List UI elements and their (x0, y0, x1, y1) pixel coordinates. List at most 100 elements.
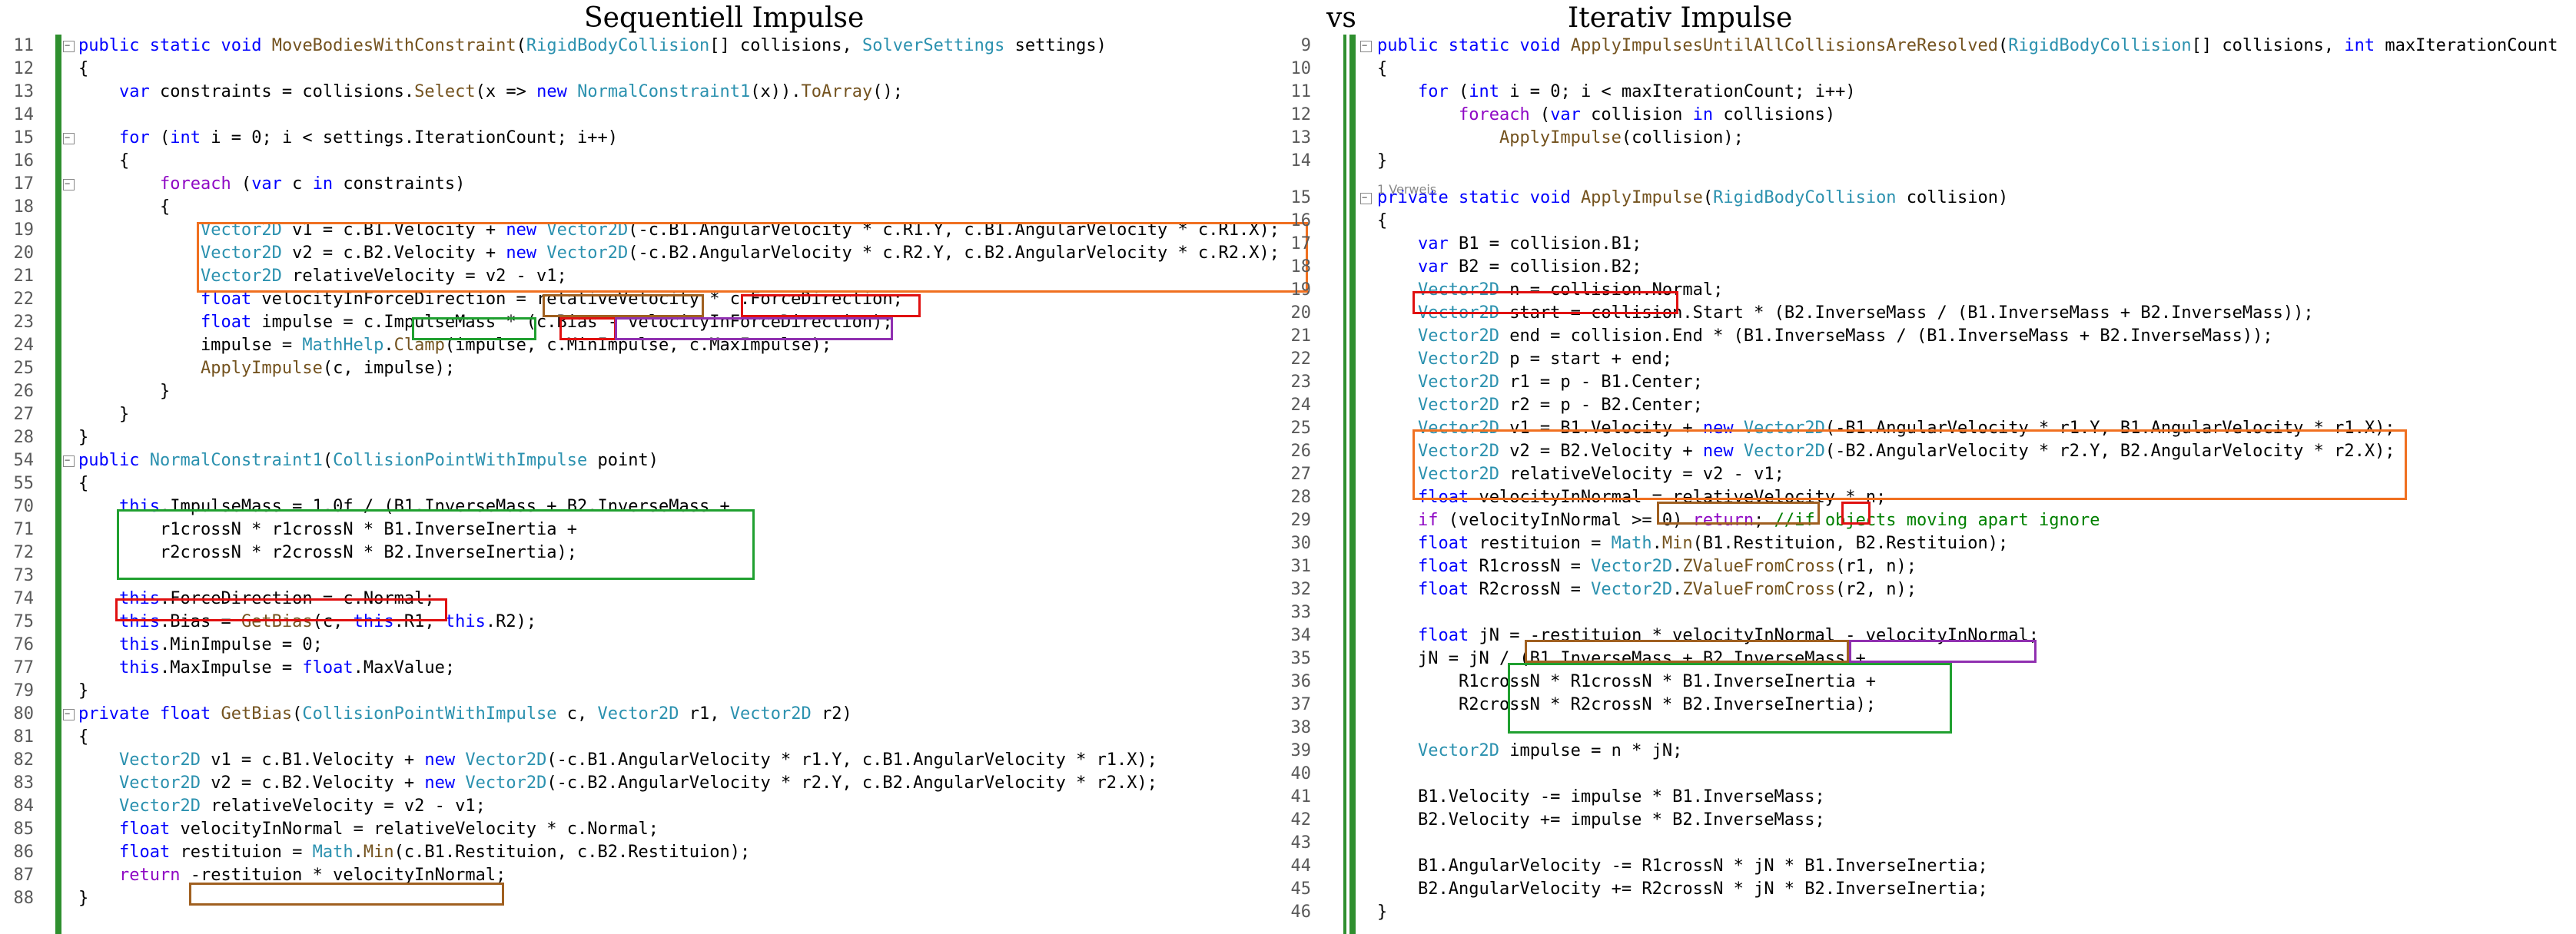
code-line[interactable]: 37 R2crossN * R2crossN * B2.InverseInert… (1291, 694, 2576, 717)
collapse-toggle-icon[interactable] (63, 455, 75, 467)
code-line[interactable]: 24 Vector2D r2 = p - B2.Center; (1291, 394, 2576, 417)
code-line[interactable]: 86 float restituion = Math.Min(c.B1.Rest… (0, 841, 1306, 864)
code-line[interactable]: 29 if (velocityInNormal >= 0) return; //… (1291, 509, 2576, 532)
code-line[interactable]: 19 Vector2D v1 = c.B1.Velocity + new Vec… (0, 219, 1306, 242)
code-line[interactable]: 18 { (0, 196, 1306, 219)
code-line[interactable]: 15 for (int i = 0; i < settings.Iteratio… (0, 127, 1306, 150)
code-line[interactable]: 12 foreach (var collision in collisions) (1291, 104, 2576, 127)
code-line[interactable]: 22 Vector2D p = start + end; (1291, 348, 2576, 371)
code-line[interactable]: 28} (0, 426, 1306, 449)
code-line[interactable]: 14} (1291, 150, 2576, 173)
code-line[interactable]: 46} (1291, 901, 2576, 924)
code-line[interactable]: 21 Vector2D end = collision.End * (B1.In… (1291, 325, 2576, 348)
line-number: 77 (13, 658, 35, 677)
code-line[interactable]: 14 (0, 104, 1306, 127)
line-number: 13 (1290, 128, 1312, 147)
code-line[interactable]: 26 } (0, 380, 1306, 403)
code-line[interactable]: 80 private float GetBias(CollisionPointWi… (0, 703, 1306, 726)
code-line[interactable]: 75 this.Bias = GetBias(c, this.R1, this.… (0, 611, 1306, 634)
code-line[interactable]: 12 { (0, 58, 1306, 81)
code-line[interactable]: 85 float velocityInNormal = relativeVelo… (0, 818, 1306, 841)
line-number: 11 (1290, 82, 1312, 101)
code-line[interactable]: 22 float velocityInForceDirection = rela… (0, 288, 1306, 311)
reference-codelens[interactable]: 1 Verweis (1377, 182, 1436, 197)
collapse-toggle-icon[interactable] (63, 709, 75, 720)
line-number: 26 (13, 382, 35, 401)
code-line[interactable]: 84 Vector2D relativeVelocity = v2 - v1; (0, 795, 1306, 818)
code-line[interactable]: 27 Vector2D relativeVelocity = v2 - v1; (1291, 463, 2576, 486)
code-line[interactable]: 24 impulse = MathHelp.Clamp(impulse, c.M… (0, 334, 1306, 357)
code-text: Vector2D r1 = p - B1.Center; (1417, 373, 1703, 392)
code-line[interactable]: 36 R1crossN * R1crossN * B1.InverseInert… (1291, 671, 2576, 694)
code-line[interactable]: 34 float jN = -restituion * velocityInNo… (1291, 624, 2576, 648)
code-line[interactable]: 87 return -restituion * velocityInNormal… (0, 864, 1306, 887)
left-code-editor[interactable]: 11 public static void MoveBodiesWithConst… (0, 35, 1308, 934)
code-line[interactable]: 73 (0, 565, 1306, 588)
code-line[interactable]: 79} (0, 680, 1306, 703)
code-line[interactable]: 13 var constraints = collisions.Select(x… (0, 81, 1306, 104)
code-line[interactable]: 21 Vector2D relativeVelocity = v2 - v1; (0, 265, 1306, 288)
code-line[interactable]: 35 jN = jN / (B1.InverseMass + B2.Invers… (1291, 648, 2576, 671)
code-line[interactable]: 77 this.MaxImpulse = float.MaxValue; (0, 657, 1306, 680)
code-text: r1crossN * r1crossN * B1.InverseInertia … (78, 520, 578, 539)
code-line[interactable]: 71 r1crossN * r1crossN * B1.InverseInert… (0, 518, 1306, 542)
code-line[interactable]: 32 float R2crossN = Vector2D.ZValueFromC… (1291, 578, 2576, 601)
code-text: Vector2D relativeVelocity = v2 - v1; (118, 797, 486, 816)
code-line[interactable]: 55 { (0, 472, 1306, 495)
code-line[interactable]: 16 { (1291, 210, 2576, 233)
code-line[interactable]: 81 { (0, 726, 1306, 749)
code-line[interactable]: 20 Vector2D v2 = c.B2.Velocity + new Vec… (0, 242, 1306, 265)
code-line[interactable]: 42 B2.Velocity += impulse * B2.InverseMa… (1291, 809, 2576, 832)
code-line[interactable]: 9 public static void ApplyImpulsesUntilAl… (1301, 35, 2576, 58)
code-line[interactable]: 13 ApplyImpulse(collision); (1291, 127, 2576, 150)
code-line[interactable]: 82 Vector2D v1 = c.B1.Velocity + new Vec… (0, 749, 1306, 772)
code-line[interactable]: 11 for (int i = 0; i < maxIterationCount… (1291, 81, 2576, 104)
code-line[interactable]: 19 Vector2D n = collision.Normal; (1291, 279, 2576, 302)
code-line[interactable]: 31 float R1crossN = Vector2D.ZValueFromC… (1291, 555, 2576, 578)
code-line[interactable]: 44 B1.AngularVelocity -= R1crossN * jN *… (1291, 855, 2576, 878)
code-text: foreach (var collision in collisions) (1458, 105, 1836, 124)
code-line[interactable]: 25 Vector2D v1 = B1.Velocity + new Vecto… (1291, 417, 2576, 440)
code-line[interactable]: 23 Vector2D r1 = p - B1.Center; (1291, 371, 2576, 394)
line-number: 23 (13, 313, 35, 332)
code-text: this.Bias = GetBias(c, this.R1, this.R2)… (118, 612, 537, 631)
code-line[interactable]: 70 this.ImpulseMass = 1.0f / (B1.Inverse… (0, 495, 1306, 518)
code-line[interactable]: 33 (1291, 601, 2576, 624)
code-line[interactable]: 43 (1291, 832, 2576, 855)
code-line[interactable]: 54 public NormalConstraint1(CollisionPoin… (0, 449, 1306, 472)
code-line[interactable]: 26 Vector2D v2 = B2.Velocity + new Vecto… (1291, 440, 2576, 463)
code-line[interactable]: 20 Vector2D start = collision.Start * (B… (1291, 302, 2576, 325)
code-line[interactable]: 17 var B1 = collision.B1; (1291, 233, 2576, 256)
code-line[interactable]: 28 float velocityInNormal = relativeVelo… (1291, 486, 2576, 509)
collapse-toggle-icon[interactable] (63, 41, 75, 52)
code-line[interactable]: 88} (0, 887, 1306, 910)
code-text: } (78, 382, 171, 401)
right-code-editor[interactable]: 9 public static void ApplyImpulsesUntilAl… (1291, 35, 2576, 934)
code-line[interactable]: 40 (1291, 763, 2576, 786)
code-line[interactable]: 76 this.MinImpulse = 0; (0, 634, 1306, 657)
code-line[interactable]: 17 foreach (var c in constraints) (0, 173, 1306, 196)
code-line[interactable]: 83 Vector2D v2 = c.B2.Velocity + new Vec… (0, 772, 1306, 795)
code-line[interactable]: 15 private static void ApplyImpulse(Rigid… (1291, 187, 2576, 210)
collapse-toggle-icon[interactable] (1360, 193, 1372, 204)
code-text: Vector2D relativeVelocity = v2 - v1; (200, 267, 567, 286)
code-line[interactable]: 16 { (0, 150, 1306, 173)
code-line[interactable]: 38 (1291, 717, 2576, 740)
line-number: 18 (1290, 257, 1312, 277)
code-line[interactable]: 39 Vector2D impulse = n * jN; (1291, 740, 2576, 763)
code-line[interactable]: 30 float restituion = Math.Min(B1.Restit… (1291, 532, 2576, 555)
collapse-toggle-icon[interactable] (1360, 41, 1372, 52)
code-line[interactable]: 45 B2.AngularVelocity += R2crossN * jN *… (1291, 878, 2576, 901)
line-number: 75 (13, 612, 35, 631)
code-line[interactable]: 11 public static void MoveBodiesWithConst… (0, 35, 1306, 58)
code-line[interactable]: 23 float impulse = c.ImpulseMass * (c.Bi… (0, 311, 1306, 334)
code-line[interactable]: 25 ApplyImpulse(c, impulse); (0, 357, 1306, 380)
code-line[interactable]: 10 { (1291, 58, 2576, 81)
collapse-toggle-icon[interactable] (63, 179, 75, 190)
collapse-toggle-icon[interactable] (63, 133, 75, 144)
code-line[interactable]: 27 } (0, 403, 1306, 426)
code-line[interactable]: 41 B1.Velocity -= impulse * B1.InverseMa… (1291, 786, 2576, 809)
code-line[interactable]: 74 this.ForceDirection = c.Normal; (0, 588, 1306, 611)
code-line[interactable]: 72 r2crossN * r2crossN * B2.InverseInert… (0, 542, 1306, 565)
code-line[interactable]: 18 var B2 = collision.B2; (1291, 256, 2576, 279)
